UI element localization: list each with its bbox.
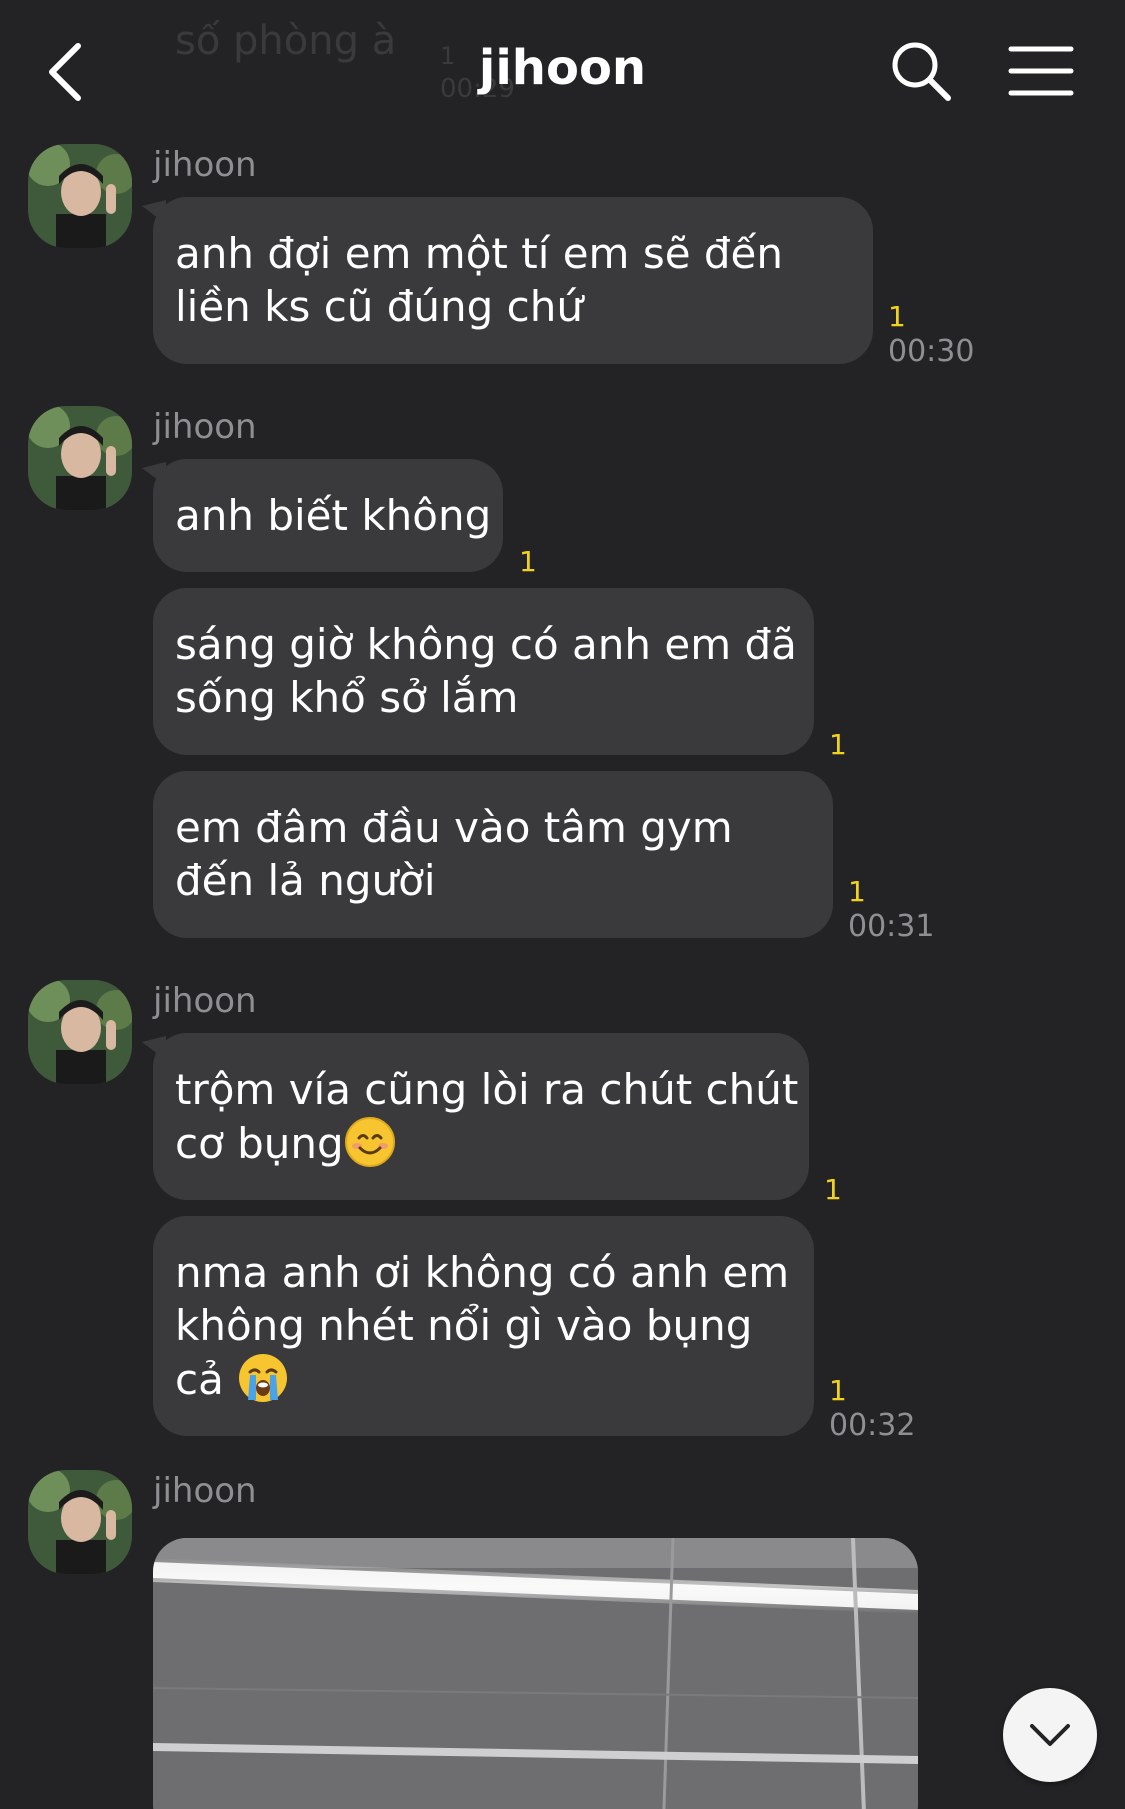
scroll-to-bottom-button[interactable]: [1003, 1688, 1097, 1782]
chat-header: số phòng à 1 00:29 jihoon: [0, 0, 1125, 140]
menu-button[interactable]: [1008, 44, 1074, 98]
avatar-photo: [28, 144, 132, 248]
unread-count: 1: [829, 1374, 847, 1407]
message-text: anh biết không: [175, 491, 492, 540]
message-bubble[interactable]: sáng giờ không có anh em đã sống khổ sở …: [153, 588, 814, 755]
hamburger-menu-icon: [1008, 46, 1074, 96]
message-bubble[interactable]: trộm vía cũng lòi ra chút chút cơ bụng: [153, 1033, 809, 1200]
message-text: trộm vía cũng lòi ra chút chút cơ bụng: [175, 1065, 799, 1168]
avatar[interactable]: [28, 980, 132, 1084]
crying-face-emoji: [239, 1354, 288, 1402]
avatar[interactable]: [28, 144, 132, 248]
message-bubble[interactable]: anh đợi em một tí em sẽ đến liền ks cũ đ…: [153, 197, 873, 364]
message-bubble[interactable]: anh biết không: [153, 459, 503, 572]
avatar-photo: [28, 980, 132, 1084]
message-text: em đâm đầu vào tâm gym đến lả người: [175, 803, 733, 905]
unread-count: 1: [888, 300, 906, 333]
image-message[interactable]: [153, 1538, 918, 1809]
photo-ceiling: [153, 1538, 918, 1809]
avatar-photo: [28, 1470, 132, 1574]
unread-count: 1: [519, 545, 537, 578]
avatar[interactable]: [28, 406, 132, 510]
unread-count: 1: [848, 875, 866, 908]
chat-title: jihoon: [478, 40, 647, 96]
message-text: sáng giờ không có anh em đã sống khổ sở …: [175, 620, 797, 722]
sender-name: jihoon: [153, 145, 257, 185]
chat-screen: số phòng à 1 00:29 jihoon jihoon anh đợi…: [0, 0, 1125, 1809]
chevron-down-icon: [1030, 1724, 1070, 1746]
avatar[interactable]: [28, 1470, 132, 1574]
search-button[interactable]: [888, 38, 954, 104]
search-icon: [892, 42, 951, 101]
message-content: nma anh ơi không có anh em không nhét nổ…: [175, 1246, 804, 1406]
sender-name: jihoon: [153, 1471, 257, 1511]
message-bubble[interactable]: nma anh ơi không có anh em không nhét nổ…: [153, 1216, 814, 1436]
message-time: 00:32: [829, 1408, 916, 1443]
message-bubble[interactable]: em đâm đầu vào tâm gym đến lả người: [153, 771, 833, 938]
message-time: 00:31: [848, 909, 935, 944]
message-content: trộm vía cũng lòi ra chút chút cơ bụng: [175, 1063, 799, 1170]
unread-count: 1: [829, 728, 847, 761]
smiling-face-emoji: [344, 1117, 395, 1167]
sender-name: jihoon: [153, 981, 257, 1021]
message-text: anh đợi em một tí em sẽ đến liền ks cũ đ…: [175, 229, 784, 331]
message-time: 00:30: [888, 334, 975, 369]
sender-name: jihoon: [153, 407, 257, 447]
avatar-photo: [28, 406, 132, 510]
unread-count: 1: [824, 1173, 842, 1206]
